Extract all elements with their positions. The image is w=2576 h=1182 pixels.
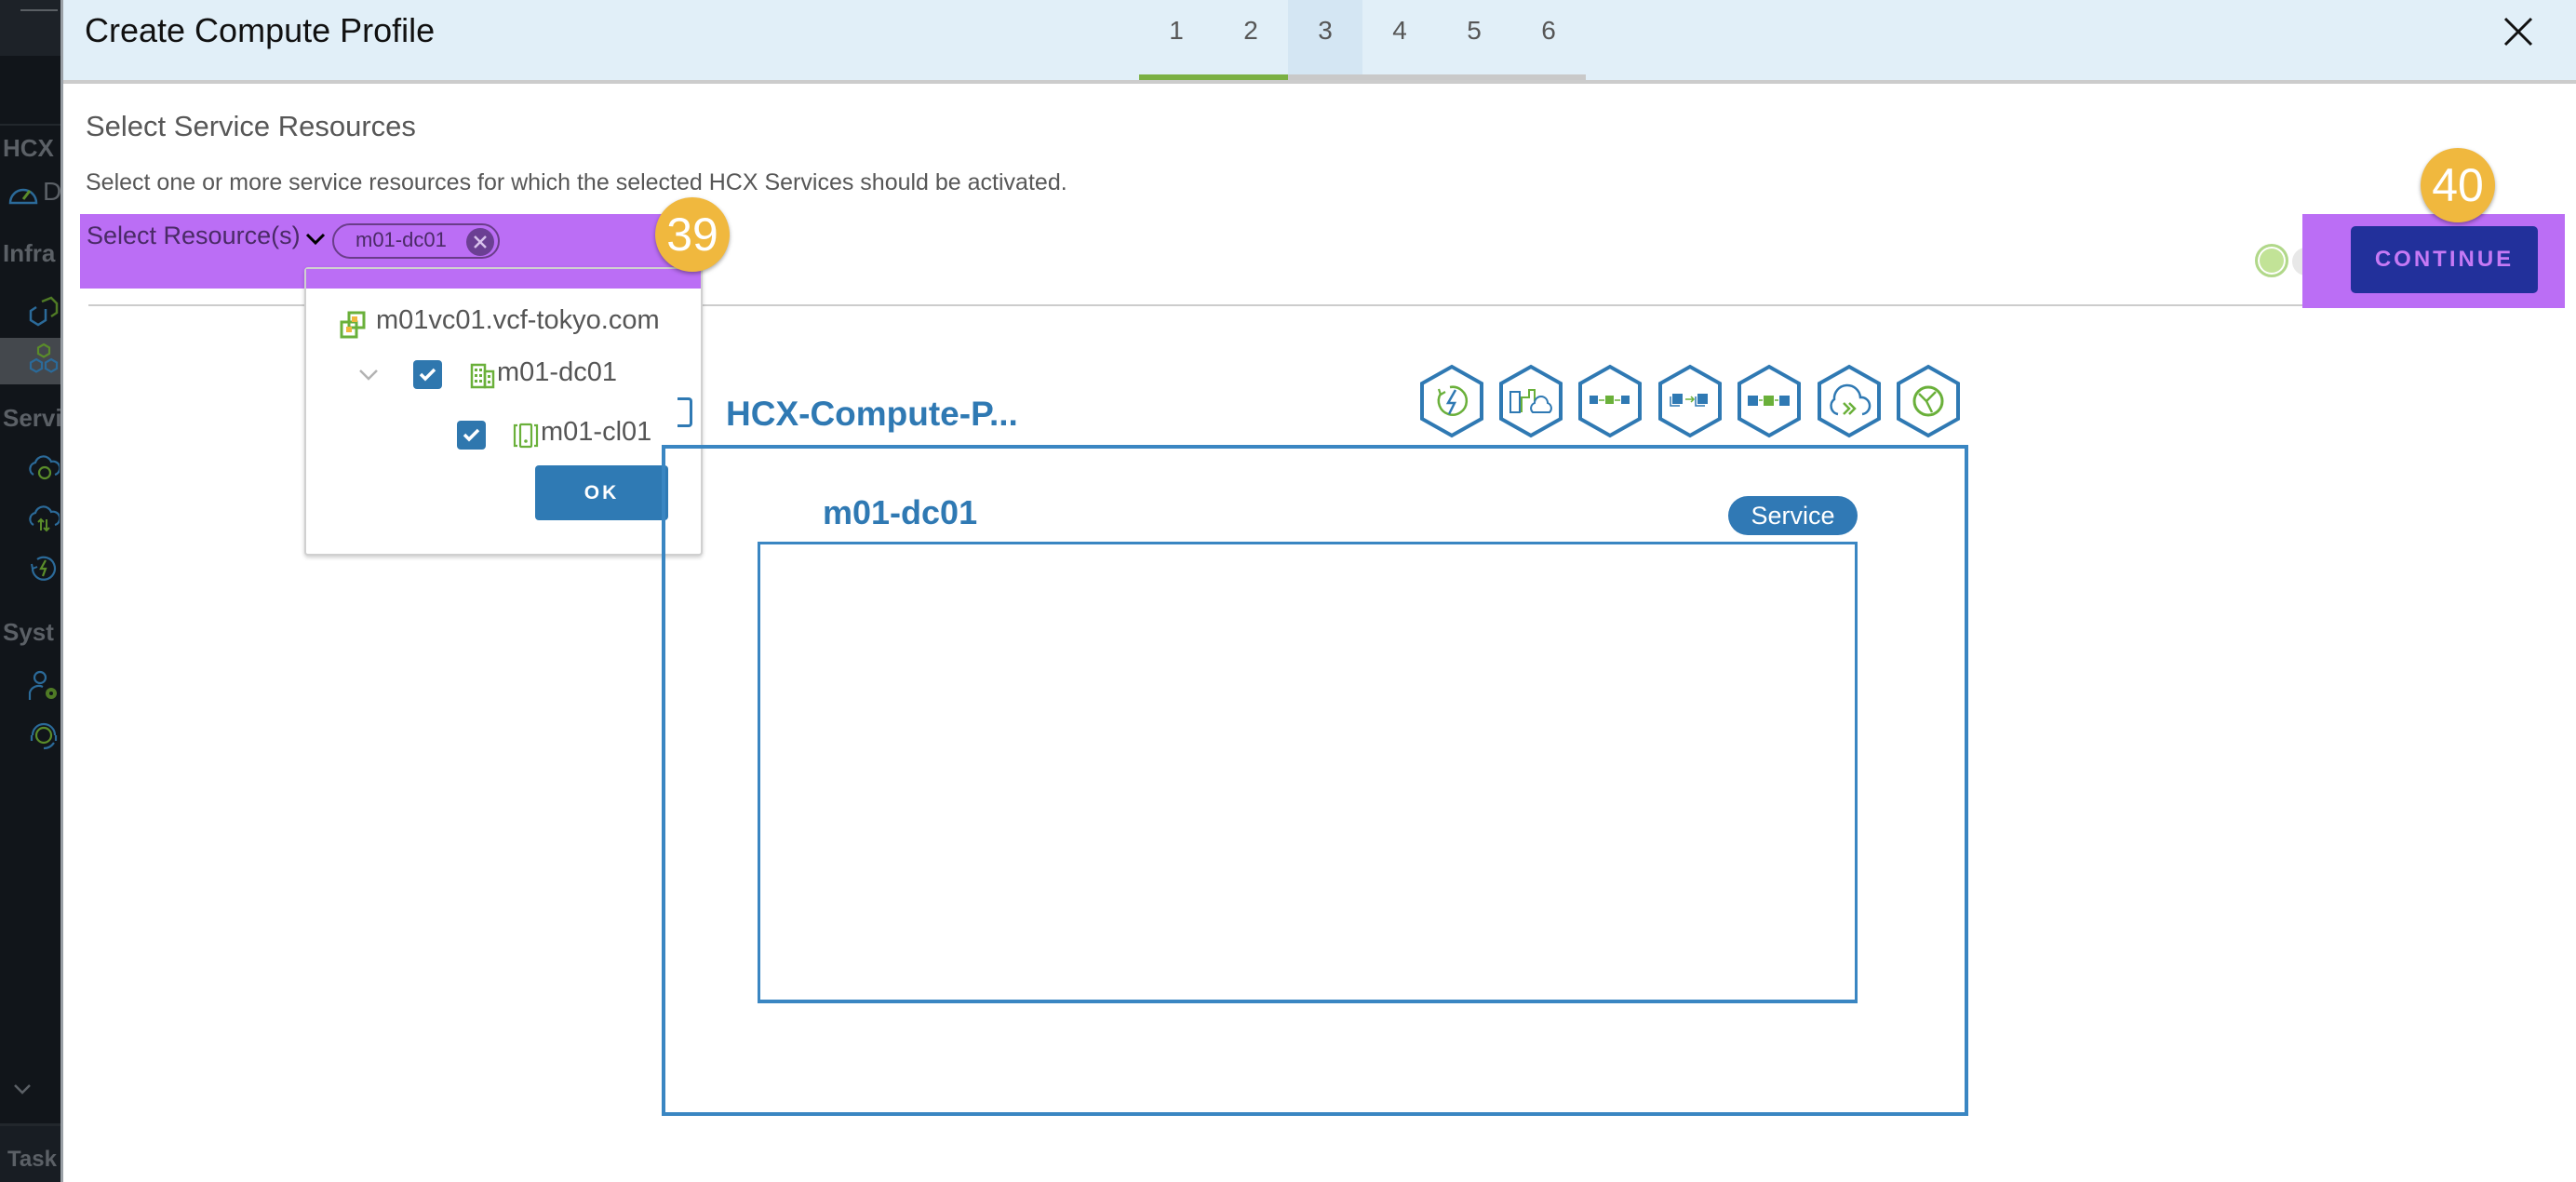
step-4[interactable]: 4 [1362, 0, 1437, 76]
replication-icon [1737, 364, 1801, 438]
step-5[interactable]: 5 [1437, 0, 1511, 76]
chevron-down-icon[interactable] [305, 233, 326, 246]
wan-optimization-icon [1897, 364, 1960, 438]
compute-profile-icon [678, 397, 692, 427]
network-extension-icon [1818, 364, 1881, 438]
vmotion-migration-icon [1658, 364, 1722, 438]
migration-cloud-icon[interactable] [28, 452, 60, 484]
step-2[interactable]: 2 [1214, 0, 1288, 76]
hybrid-interconnect-icon [1499, 364, 1563, 438]
chip-label: m01-dc01 [356, 228, 447, 251]
replication-assisted-vmotion-icon [1420, 364, 1483, 438]
support-icon[interactable] [28, 719, 60, 750]
service-badge: Service [1728, 496, 1858, 535]
step-annotation-badge: 40 [2421, 148, 2495, 222]
section-title: Select Service Resources [86, 110, 416, 142]
disaster-recovery-icon[interactable] [28, 552, 60, 584]
sidebar-item-dashboard[interactable]: D [43, 177, 61, 207]
cluster-icon [513, 423, 539, 449]
step-6[interactable]: 6 [1511, 0, 1586, 76]
section-description: Select one or more service resources for… [86, 169, 1067, 195]
remove-chip-icon[interactable] [466, 228, 494, 256]
wizard-title: Create Compute Profile [85, 11, 436, 49]
sidebar-topbar [0, 0, 62, 56]
tree-item-vcenter[interactable]: m01vc01.vcf-tokyo.com [376, 305, 660, 336]
sidebar-section-infrastructure: Infra [3, 239, 56, 267]
sidebar: HCX D Infra Servi Syst Task [0, 0, 62, 1182]
tree-item-cluster[interactable]: m01-cl01 [541, 417, 651, 448]
continue-button[interactable]: CONTINUE [2351, 226, 2538, 293]
step-1[interactable]: 1 [1139, 0, 1214, 76]
sidebar-section-services: Servi [3, 404, 62, 432]
tree-item-datacenter[interactable]: m01-dc01 [497, 357, 617, 388]
step-3[interactable]: 3 [1288, 0, 1362, 76]
dashboard-gauge-icon [8, 188, 38, 205]
highlight-overlay-part [306, 269, 701, 289]
datacenter-icon [470, 363, 495, 389]
checkmark-icon [463, 428, 480, 442]
network-extension-icon[interactable] [28, 503, 60, 534]
compute-profile-name: HCX-Compute-P... [726, 395, 1018, 433]
bulk-migration-icon [1578, 364, 1642, 438]
ok-button[interactable]: OK [535, 465, 668, 520]
checkmark-icon [419, 368, 436, 382]
tasks-link[interactable]: Task [7, 1147, 57, 1173]
checkbox-m01-dc01[interactable] [413, 360, 442, 389]
sidebar-section-hcx: HCX [3, 134, 54, 162]
close-icon[interactable] [2502, 15, 2535, 48]
sidebar-edge [60, 0, 63, 1182]
menu-handle-icon[interactable] [20, 9, 58, 11]
datacenter-label: m01-dc01 [823, 493, 978, 531]
interconnect-icon [29, 343, 59, 373]
vcenter-icon [340, 311, 366, 339]
sidebar-section-system: Syst [3, 618, 54, 646]
admin-settings-icon[interactable] [28, 670, 60, 702]
sidebar-divider [0, 124, 62, 126]
checkbox-m01-cl01[interactable] [457, 421, 486, 450]
progress-remaining [1288, 74, 1586, 80]
select-resources-dropdown[interactable]: Select Resource(s) [87, 222, 301, 250]
status-indicator-active [2255, 244, 2288, 277]
chevron-down-icon[interactable] [358, 369, 379, 382]
step-annotation-badge: 39 [655, 197, 730, 272]
datacenter-box [758, 542, 1858, 1003]
site-pairing-icon[interactable] [28, 296, 60, 328]
progress-completed [1139, 74, 1288, 80]
chevron-down-icon[interactable] [13, 1080, 32, 1098]
